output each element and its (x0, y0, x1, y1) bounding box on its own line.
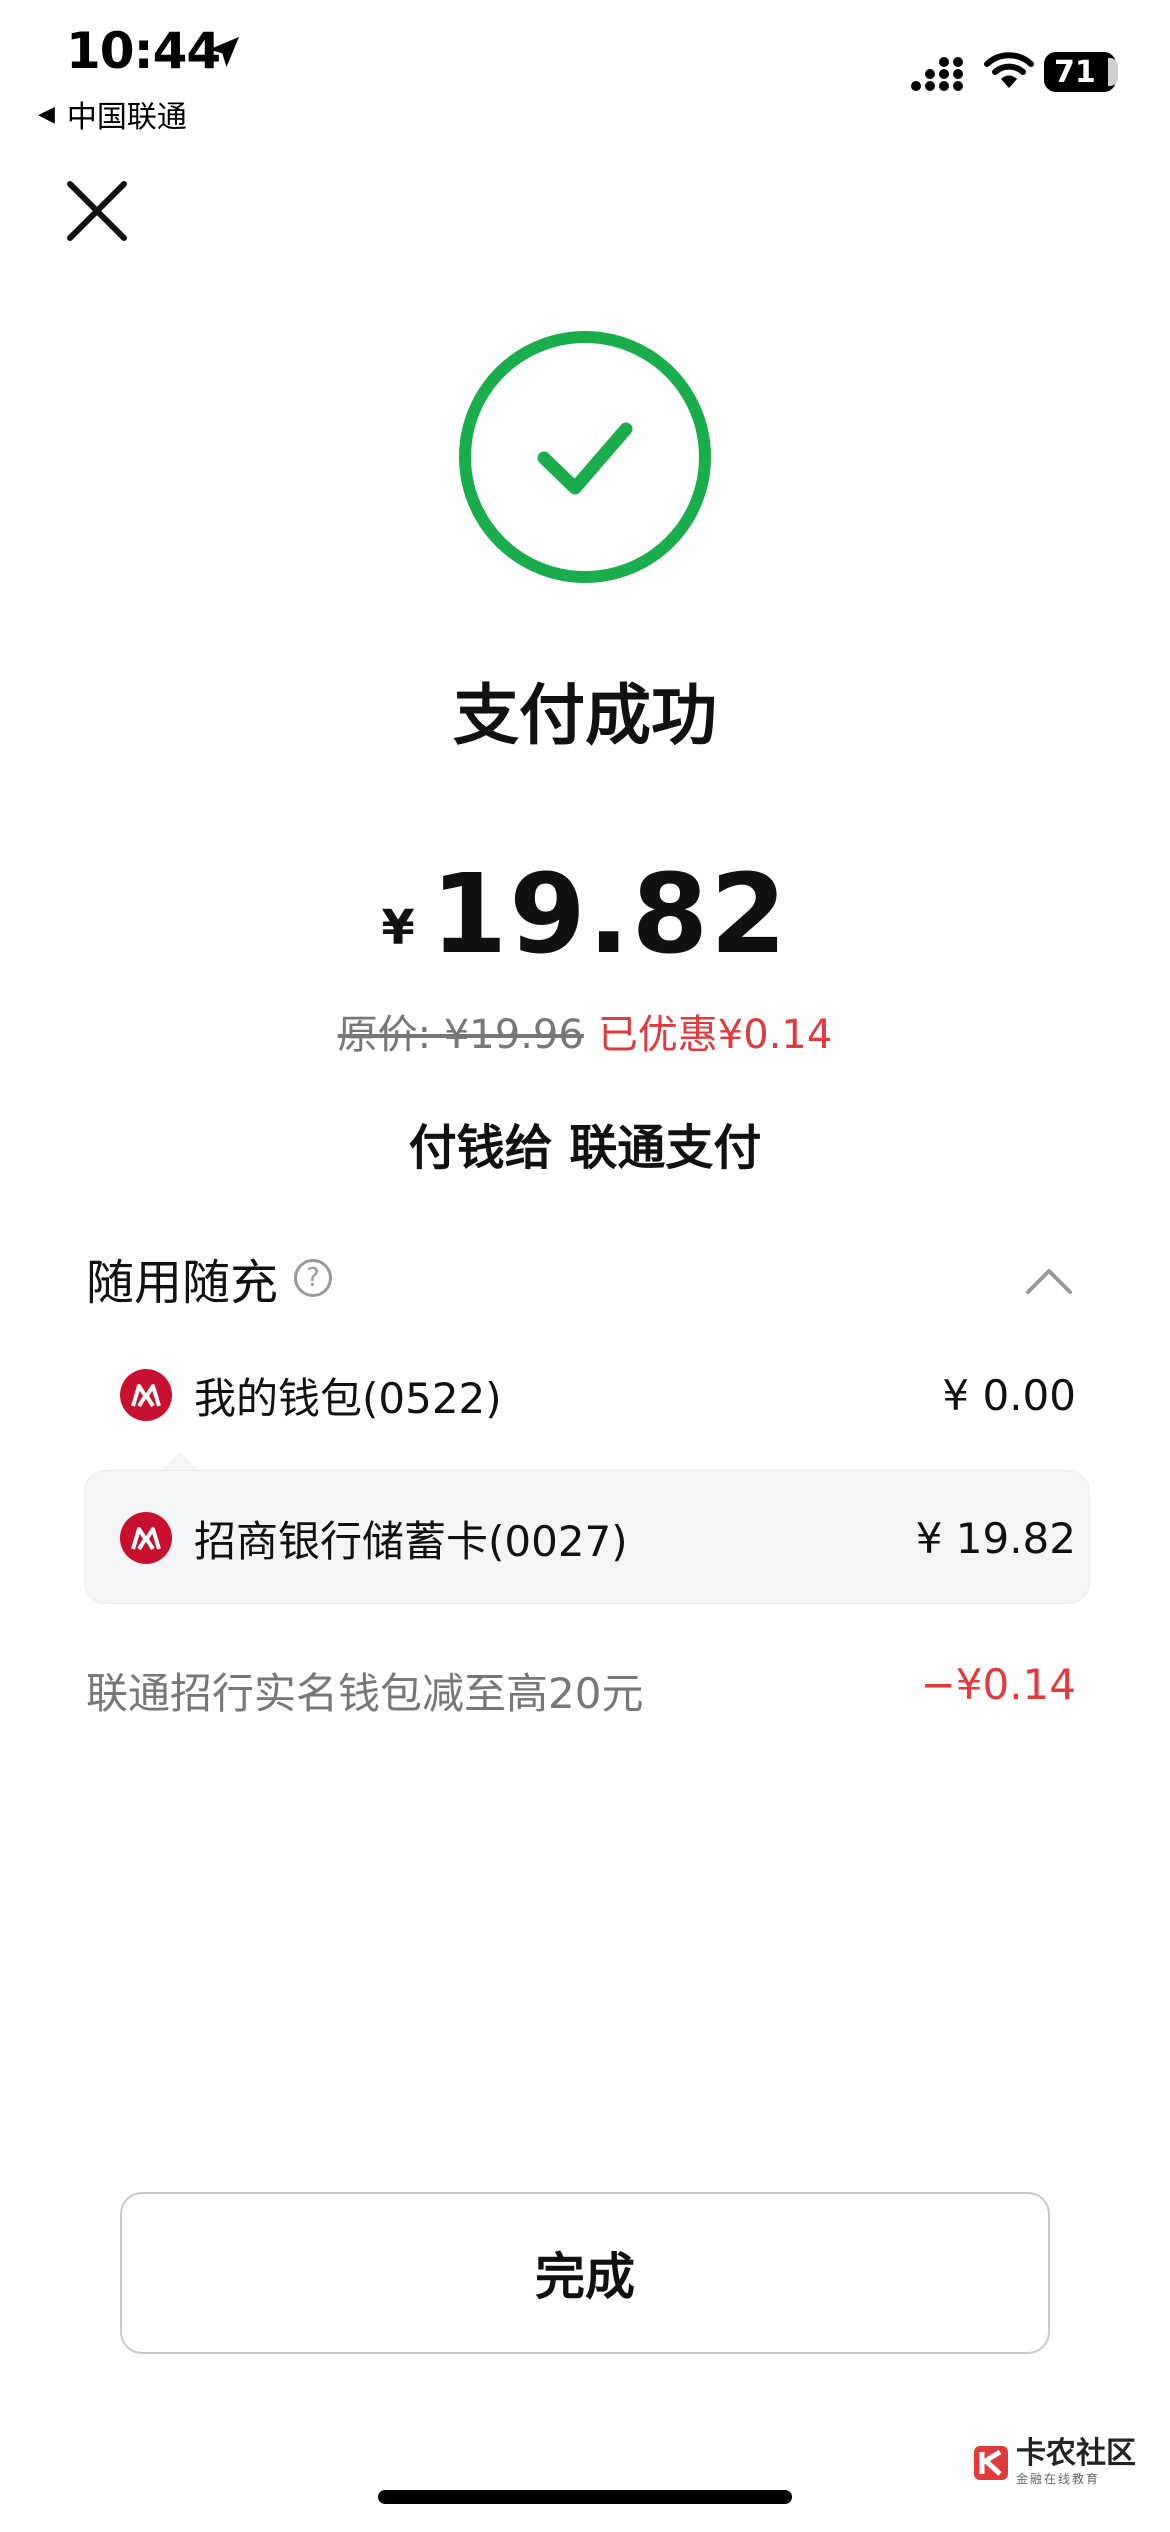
payee-label: 付钱给 联通支付 (408, 1120, 762, 1176)
location-arrow-icon (209, 37, 239, 67)
carrier-back-link[interactable]: ◀ 中国联通 (38, 92, 187, 136)
wifi-icon (984, 52, 1034, 88)
battery-level: 71 (1054, 54, 1096, 90)
promo-amount: −¥0.14 (920, 1660, 1076, 1709)
promo-label: 联通招行实名钱包减至高20元 (86, 1669, 644, 1718)
battery-indicator: 71 (1044, 52, 1116, 92)
close-icon[interactable] (64, 178, 130, 244)
discount-line: 原价: ¥19.96 已优惠¥0.14 (0, 1002, 1170, 1060)
cmb-bank-logo-icon (120, 1369, 172, 1421)
done-button[interactable]: 完成 (120, 2192, 1050, 2354)
status-time: 10:44 (66, 22, 221, 80)
question-icon[interactable]: ? (294, 1259, 333, 1297)
payment-method-label: 我的钱包(0522) (194, 1373, 502, 1423)
amount-value: 19.82 (430, 850, 789, 978)
paid-amount: ¥19.82 (0, 850, 1170, 978)
panel-pointer (160, 1452, 200, 1472)
watermark-subtitle: 金融在线教育 (1016, 2472, 1101, 2486)
payment-method-label: 招商银行储蓄卡(0027) (194, 1516, 628, 1566)
payment-success-title: 支付成功 (453, 677, 717, 754)
payment-method-debit-card[interactable]: 招商银行储蓄卡(0027) ¥ 19.82 (120, 1498, 1076, 1578)
carrier-name: 中国联通 (66, 100, 187, 135)
watermark-title: 卡农社区 (1016, 2436, 1136, 2471)
back-triangle-icon: ◀ (38, 101, 55, 127)
cellular-signal-icon (911, 57, 963, 91)
battery-tip (1108, 58, 1118, 86)
original-price: 原价: ¥19.96 (337, 1012, 584, 1058)
chevron-up-icon[interactable] (1024, 1266, 1074, 1296)
payment-method-wallet[interactable]: 我的钱包(0522) ¥ 0.00 (120, 1355, 1076, 1435)
payment-method-amount: ¥ 0.00 (942, 1370, 1076, 1420)
home-indicator[interactable] (378, 2490, 792, 2504)
watermark: 卡农社区 金融在线教育 (972, 2438, 1136, 2487)
section-title: 随用随充 (86, 1255, 279, 1311)
watermark-logo-icon (974, 2445, 1008, 2480)
currency-symbol: ¥ (381, 900, 415, 956)
payment-section-header: 随用随充 ? (86, 1243, 333, 1313)
payment-method-amount: ¥ 19.82 (915, 1513, 1076, 1563)
checkmark-icon (459, 331, 711, 583)
discount-amount: 已优惠¥0.14 (597, 1012, 833, 1058)
cmb-bank-logo-icon (120, 1512, 172, 1564)
